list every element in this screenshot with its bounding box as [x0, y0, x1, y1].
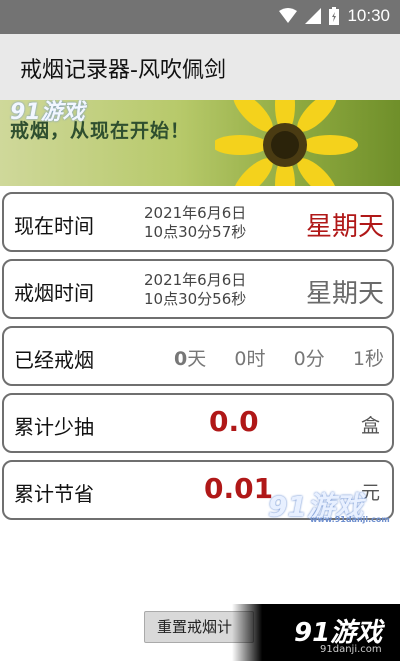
less-smoked-label: 累计少抽 — [14, 415, 94, 439]
quit-weekday: 星期天 — [305, 279, 384, 309]
battery-icon — [329, 7, 340, 25]
watermark-logo-middle: 91游戏 www.91danji.com — [268, 485, 390, 525]
elapsed-days: 0天 — [174, 344, 206, 371]
elapsed-days-value: 0 — [174, 348, 188, 370]
less-smoked-value: 0.0 — [209, 405, 259, 438]
app-bar: 戒烟记录器-风吹佩剑 — [0, 34, 400, 100]
elapsed-days-unit: 天 — [187, 348, 207, 370]
banner-slogan: 戒烟，从现在开始！ — [10, 120, 191, 142]
current-date: 2021年6月6日 — [144, 204, 247, 222]
banner-image: 91游戏 戒烟，从现在开始！ — [0, 100, 400, 186]
status-bar: 10:30 — [0, 0, 400, 34]
current-weekday: 星期天 — [305, 212, 384, 242]
watermark-logo-bottom: 91游戏 91danji.com — [232, 604, 400, 661]
elapsed-seconds: 1秒 — [352, 348, 384, 370]
elapsed-card: 已经戒烟 0天 0时 0分 1秒 — [2, 326, 394, 386]
saved-money-label: 累计节省 — [14, 482, 94, 506]
app-title: 戒烟记录器-风吹佩剑 — [20, 58, 226, 83]
quit-time-card: 戒烟时间 2021年6月6日 10点30分56秒 星期天 — [2, 259, 394, 319]
status-time: 10:30 — [347, 6, 390, 25]
bottom-logo-url: 91danji.com — [320, 644, 382, 655]
elapsed-hours: 0时 — [234, 348, 266, 370]
wifi-icon — [279, 8, 298, 23]
sunflower-icon — [215, 100, 358, 186]
quit-time-label: 戒烟时间 — [14, 281, 94, 305]
current-time-label: 现在时间 — [14, 214, 94, 238]
elapsed-label: 已经戒烟 — [14, 348, 94, 372]
saved-money-value: 0.01 — [204, 472, 274, 505]
quit-clock: 10点30分56秒 — [144, 290, 247, 308]
quit-date: 2021年6月6日 — [144, 271, 247, 289]
less-smoked-card: 累计少抽 0.0 盒 — [2, 393, 394, 453]
current-clock: 10点30分57秒 — [144, 223, 247, 241]
signal-icon — [305, 8, 322, 24]
less-smoked-unit: 盒 — [360, 415, 380, 437]
current-time-card: 现在时间 2021年6月6日 10点30分57秒 星期天 — [2, 192, 394, 252]
watermark-middle-url: www.91danji.com — [310, 515, 390, 524]
elapsed-minutes: 0分 — [293, 348, 325, 370]
